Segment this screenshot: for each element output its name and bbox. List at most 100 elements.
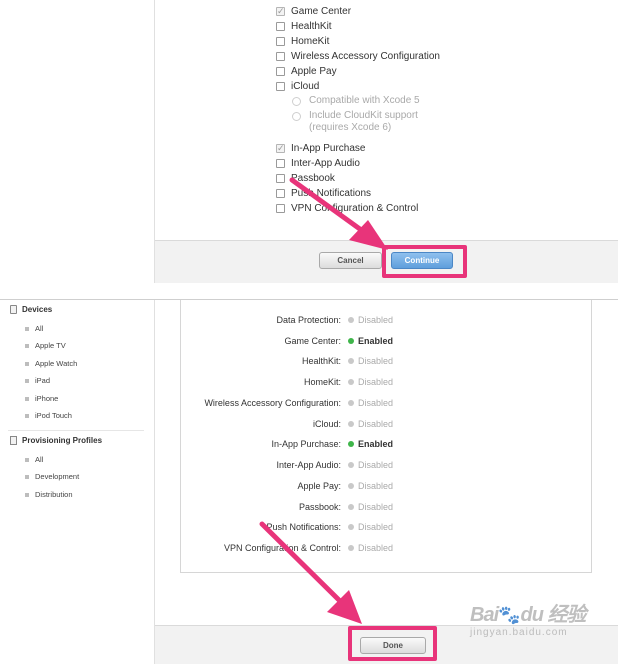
- paw-icon: 🐾: [498, 605, 521, 625]
- bullet-icon: [25, 326, 29, 331]
- summary-row-in-app-purchase: In-App Purchase: Enabled: [271, 439, 394, 449]
- sidebar-item-apple-watch[interactable]: Apple Watch: [25, 359, 77, 368]
- summary-row-apple-pay: Apple Pay: Disabled: [297, 481, 394, 491]
- capability-wireless-accessory[interactable]: Wireless Accessory Configuration: [276, 49, 440, 64]
- document-icon: [10, 436, 17, 445]
- capability-game-center[interactable]: ✓ Game Center: [276, 4, 351, 19]
- cancel-button[interactable]: Cancel: [319, 252, 382, 269]
- capability-label: Wireless Accessory Configuration: [291, 51, 440, 62]
- sidebar-item-development[interactable]: Development: [25, 472, 79, 481]
- status-dot-icon: [348, 462, 354, 468]
- status-badge: Disabled: [358, 315, 394, 325]
- sidebar-section-title: Provisioning Profiles: [22, 436, 103, 445]
- bullet-icon: [25, 343, 29, 348]
- checkbox-icon[interactable]: [276, 52, 285, 61]
- capability-label: VPN Configuration & Control: [291, 203, 419, 214]
- status-badge: Disabled: [358, 377, 394, 387]
- checkbox-icon[interactable]: ✓: [276, 6, 285, 16]
- sidebar-item-ipod-touch[interactable]: iPod Touch: [25, 411, 72, 420]
- sidebar-item-apple-tv[interactable]: Apple TV: [25, 341, 66, 350]
- capability-inter-app-audio[interactable]: Inter-App Audio: [276, 156, 360, 171]
- status-dot-icon: [348, 545, 354, 551]
- status-dot-icon: [348, 441, 354, 447]
- sidebar-item-distribution[interactable]: Distribution: [25, 490, 73, 499]
- status-badge: Enabled: [358, 336, 394, 346]
- status-dot-icon: [348, 421, 354, 427]
- summary-row-data-protection: Data Protection: Disabled: [276, 315, 394, 325]
- device-icon: [10, 305, 17, 314]
- status-badge: Disabled: [358, 419, 394, 429]
- status-badge: Disabled: [358, 398, 394, 408]
- capability-apple-pay[interactable]: Apple Pay: [276, 64, 337, 79]
- bullet-icon: [25, 492, 29, 497]
- icloud-option-note: (requires Xcode 6): [309, 122, 392, 133]
- radio-icon[interactable]: [292, 112, 301, 121]
- status-badge: Enabled: [358, 439, 394, 449]
- capability-label: Apple Pay: [291, 66, 337, 77]
- capability-healthkit[interactable]: HealthKit: [276, 19, 332, 34]
- capability-homekit[interactable]: HomeKit: [276, 34, 329, 49]
- checkbox-icon[interactable]: [276, 22, 285, 31]
- sidebar-section-title: Devices: [22, 305, 53, 314]
- summary-row-passbook: Passbook: Disabled: [298, 502, 394, 512]
- sidebar-item-iphone[interactable]: iPhone: [25, 394, 58, 403]
- status-badge: Disabled: [358, 356, 394, 366]
- bullet-icon: [25, 413, 29, 418]
- icloud-option-label: Compatible with Xcode 5: [309, 95, 420, 106]
- status-dot-icon: [348, 483, 354, 489]
- status-badge: Disabled: [358, 522, 394, 532]
- capability-label: HomeKit: [291, 36, 330, 47]
- summary-row-inter-app-audio: Inter-App Audio: Disabled: [276, 460, 394, 470]
- status-dot-icon: [348, 338, 354, 344]
- checkbox-icon[interactable]: [276, 37, 285, 46]
- capability-icloud[interactable]: iCloud: [276, 79, 319, 94]
- checkbox-icon[interactable]: [276, 189, 285, 198]
- done-highlight-box: [348, 626, 437, 661]
- status-dot-icon: [348, 400, 354, 406]
- bullet-icon: [25, 378, 29, 383]
- status-dot-icon: [348, 358, 354, 364]
- sidebar-section-devices[interactable]: Devices: [10, 305, 52, 314]
- capability-label: HealthKit: [291, 21, 332, 32]
- sidebar: [0, 300, 155, 664]
- capability-passbook[interactable]: Passbook: [276, 171, 335, 186]
- checkbox-icon[interactable]: [276, 204, 285, 213]
- icloud-option-cloudkit[interactable]: Include CloudKit support (requires Xcode…: [292, 110, 418, 134]
- summary-row-game-center: Game Center: Enabled: [284, 336, 394, 346]
- summary-row-homekit: HomeKit: Disabled: [303, 377, 394, 387]
- status-badge: Disabled: [358, 481, 394, 491]
- radio-icon[interactable]: [292, 97, 301, 106]
- capability-label: Inter-App Audio: [291, 158, 360, 169]
- status-dot-icon: [348, 317, 354, 323]
- status-badge: Disabled: [358, 460, 394, 470]
- continue-highlight-box: [382, 245, 467, 278]
- checkbox-icon[interactable]: [276, 174, 285, 183]
- capability-label: In-App Purchase: [291, 143, 366, 154]
- sidebar-item-all-profiles[interactable]: All: [25, 455, 43, 464]
- bullet-icon: [25, 396, 29, 401]
- checkbox-icon[interactable]: ✓: [276, 143, 285, 153]
- checkbox-icon[interactable]: [276, 159, 285, 168]
- summary-row-healthkit: HealthKit: Disabled: [301, 356, 394, 366]
- capability-in-app-purchase[interactable]: ✓ In-App Purchase: [276, 141, 366, 156]
- summary-row-push-notifications: Push Notifications: Disabled: [266, 522, 394, 532]
- icloud-option-xcode5[interactable]: Compatible with Xcode 5: [292, 95, 420, 107]
- status-badge: Disabled: [358, 502, 394, 512]
- bullet-icon: [25, 361, 29, 366]
- capability-push-notifications[interactable]: Push Notifications: [276, 186, 371, 201]
- status-badge: Disabled: [358, 543, 394, 553]
- icloud-option-label: Include CloudKit support: [309, 110, 418, 121]
- sidebar-item-ipad[interactable]: iPad: [25, 376, 50, 385]
- capability-label: Passbook: [291, 173, 335, 184]
- capability-label: Push Notifications: [291, 188, 372, 199]
- sidebar-item-all-devices[interactable]: All: [25, 324, 43, 333]
- status-dot-icon: [348, 524, 354, 530]
- checkbox-icon[interactable]: [276, 67, 285, 76]
- capability-label: Game Center: [291, 6, 352, 17]
- sidebar-section-provisioning-profiles[interactable]: Provisioning Profiles: [10, 436, 102, 445]
- checkbox-icon[interactable]: [276, 82, 285, 91]
- status-dot-icon: [348, 379, 354, 385]
- capability-vpn[interactable]: VPN Configuration & Control: [276, 201, 418, 216]
- summary-row-wireless-accessory: Wireless Accessory Configuration: Disabl…: [204, 398, 394, 408]
- top-sidebar: [0, 0, 155, 283]
